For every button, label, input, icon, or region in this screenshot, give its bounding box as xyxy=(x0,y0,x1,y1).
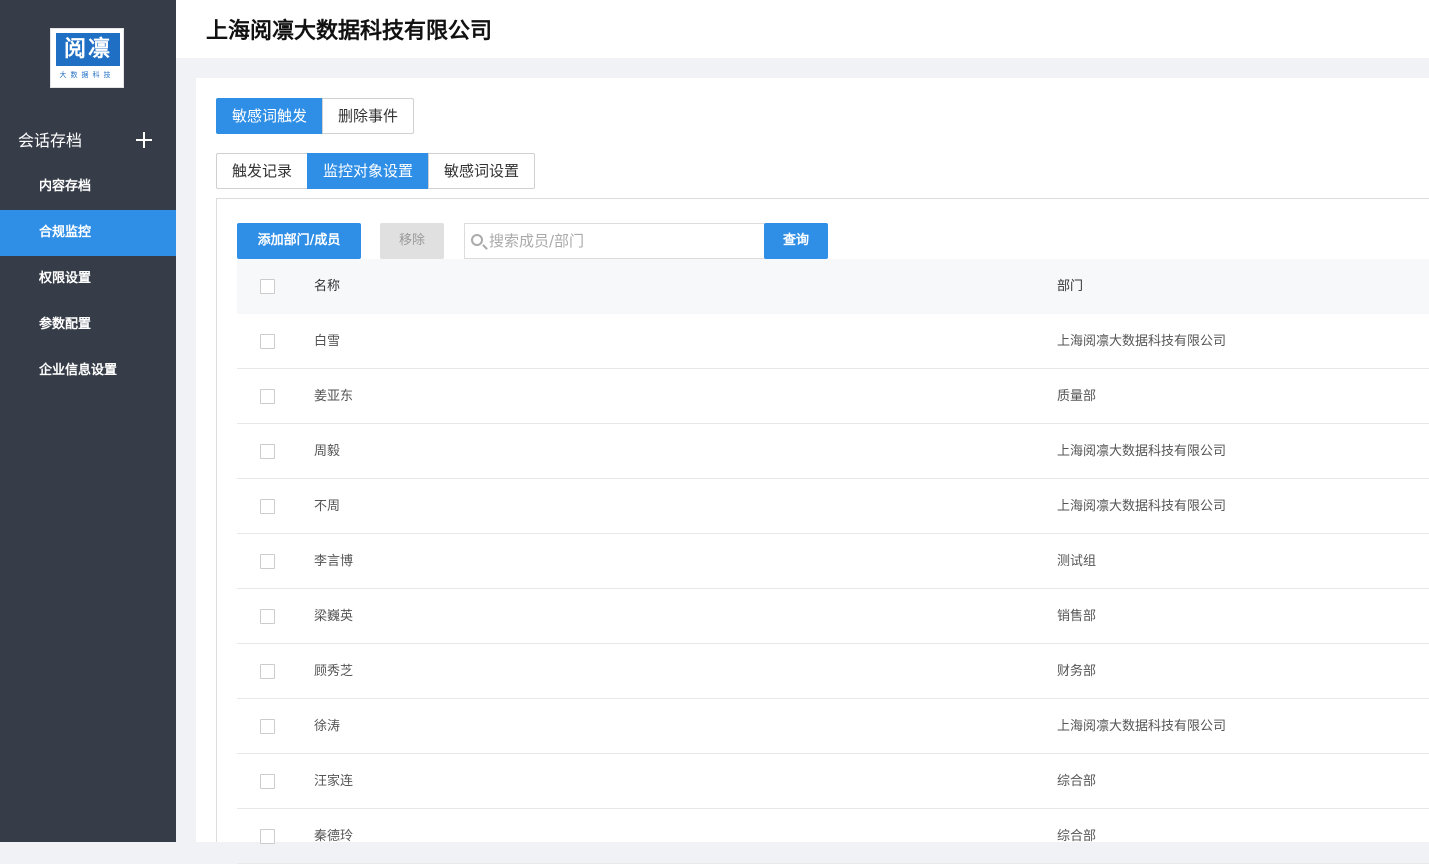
member-name: 白雪 xyxy=(314,334,341,349)
header: 上海阅凛大数据科技有限公司 xyxy=(176,0,1429,58)
table-row: 秦德玲 综合部 xyxy=(237,809,1429,864)
table-row: 汪家连 综合部 xyxy=(237,754,1429,809)
main-panel: 敏感词触发 删除事件 触发记录 监控对象设置 敏感词设置 添加部门/成员 移除 … xyxy=(196,78,1429,864)
member-dept: 上海阅凛大数据科技有限公司 xyxy=(1057,334,1227,349)
sidebar-item-permissions[interactable]: 权限设置 xyxy=(0,256,176,302)
member-dept: 综合部 xyxy=(1057,829,1097,844)
query-button[interactable]: 查询 xyxy=(764,223,828,259)
top-tab-bar: 敏感词触发 删除事件 xyxy=(216,98,415,134)
member-name: 周毅 xyxy=(314,444,341,459)
column-header-name: 名称 xyxy=(314,279,341,294)
logo-mark: 阅凛 xyxy=(56,33,120,66)
member-dept: 上海阅凛大数据科技有限公司 xyxy=(1057,719,1227,734)
tab-sensitive-word-settings[interactable]: 敏感词设置 xyxy=(428,153,536,189)
tab-trigger-records[interactable]: 触发记录 xyxy=(216,153,309,189)
row-checkbox[interactable] xyxy=(260,774,275,789)
member-name: 秦德玲 xyxy=(314,829,354,844)
member-table: 名称 部门 白雪 上海阅凛大数据科技有限公司 姜亚东 质量部 周毅 上海阅凛大数… xyxy=(237,259,1429,864)
sidebar-item-parameters[interactable]: 参数配置 xyxy=(0,302,176,348)
member-name: 顾秀芝 xyxy=(314,664,354,679)
remove-button[interactable]: 移除 xyxy=(380,223,444,259)
column-header-dept: 部门 xyxy=(1057,279,1084,294)
page-title: 上海阅凛大数据科技有限公司 xyxy=(206,19,493,44)
member-name: 梁巍英 xyxy=(314,609,354,624)
member-dept: 综合部 xyxy=(1057,774,1097,789)
sidebar-group-session-archive[interactable]: 会话存档 xyxy=(0,118,176,164)
row-checkbox[interactable] xyxy=(260,554,275,569)
member-dept: 质量部 xyxy=(1057,389,1097,404)
content-box: 添加部门/成员 移除 查询 名称 部门 白雪 上海阅凛大数据科技有限公司 姜亚东… xyxy=(216,198,1429,864)
row-checkbox[interactable] xyxy=(260,499,275,514)
member-dept: 财务部 xyxy=(1057,664,1097,679)
table-row: 不周 上海阅凛大数据科技有限公司 xyxy=(237,479,1429,534)
row-checkbox[interactable] xyxy=(260,609,275,624)
row-checkbox[interactable] xyxy=(260,444,275,459)
sidebar-group-label: 会话存档 xyxy=(18,131,83,150)
member-name: 汪家连 xyxy=(314,774,354,789)
member-dept: 上海阅凛大数据科技有限公司 xyxy=(1057,499,1227,514)
search-input[interactable] xyxy=(489,224,759,258)
company-logo[interactable]: 阅凛 大数据科技 xyxy=(50,28,124,88)
table-row: 姜亚东 质量部 xyxy=(237,369,1429,424)
row-checkbox[interactable] xyxy=(260,719,275,734)
sidebar: 阅凛 大数据科技 会话存档 内容存档 合规监控 权限设置 参数配置 企业信息设置 xyxy=(0,0,176,842)
table-row: 梁巍英 销售部 xyxy=(237,589,1429,644)
select-all-checkbox[interactable] xyxy=(260,279,275,294)
member-name: 姜亚东 xyxy=(314,389,354,404)
tab-monitor-target-settings[interactable]: 监控对象设置 xyxy=(307,153,430,189)
sidebar-item-enterprise-info[interactable]: 企业信息设置 xyxy=(0,348,176,394)
table-row: 周毅 上海阅凛大数据科技有限公司 xyxy=(237,424,1429,479)
plus-icon[interactable] xyxy=(136,132,152,148)
row-checkbox[interactable] xyxy=(260,664,275,679)
row-checkbox[interactable] xyxy=(260,389,275,404)
search-box xyxy=(464,223,765,259)
tab-delete-events[interactable]: 删除事件 xyxy=(322,98,415,134)
sidebar-item-compliance-monitor[interactable]: 合规监控 xyxy=(0,210,176,256)
member-name: 徐涛 xyxy=(314,719,341,734)
logo-subtitle: 大数据科技 xyxy=(59,71,115,79)
table-row: 徐涛 上海阅凛大数据科技有限公司 xyxy=(237,699,1429,754)
member-dept: 上海阅凛大数据科技有限公司 xyxy=(1057,444,1227,459)
member-name: 不周 xyxy=(314,499,341,514)
table-header-row: 名称 部门 xyxy=(237,259,1429,314)
member-dept: 销售部 xyxy=(1057,609,1097,624)
add-member-button[interactable]: 添加部门/成员 xyxy=(237,223,361,259)
member-dept: 测试组 xyxy=(1057,554,1097,569)
table-row: 顾秀芝 财务部 xyxy=(237,644,1429,699)
member-name: 李言博 xyxy=(314,554,354,569)
sub-tab-bar: 触发记录 监控对象设置 敏感词设置 xyxy=(216,153,536,189)
table-row: 李言博 测试组 xyxy=(237,534,1429,589)
sidebar-item-content-archive[interactable]: 内容存档 xyxy=(0,164,176,210)
row-checkbox[interactable] xyxy=(260,334,275,349)
table-row: 白雪 上海阅凛大数据科技有限公司 xyxy=(237,314,1429,369)
tab-sensitive-trigger[interactable]: 敏感词触发 xyxy=(216,98,324,134)
search-icon xyxy=(471,234,483,246)
